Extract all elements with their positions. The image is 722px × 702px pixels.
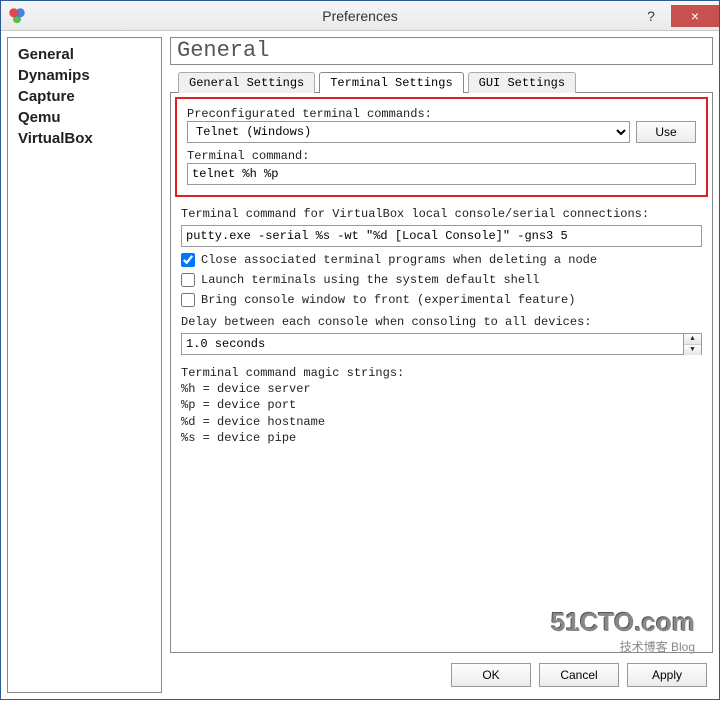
tab-terminal-settings[interactable]: Terminal Settings <box>319 72 463 93</box>
footer: OK Cancel Apply <box>170 653 713 693</box>
magic-d: %d = device hostname <box>181 414 702 430</box>
chk-bring-front[interactable] <box>181 293 195 307</box>
cmd-label: Terminal command: <box>187 149 696 163</box>
magic-title: Terminal command magic strings: <box>181 365 702 381</box>
preferences-window: Preferences ? × General Dynamips Capture… <box>0 0 720 700</box>
preconf-label: Preconfigurated terminal commands: <box>187 107 696 121</box>
window-body: General Dynamips Capture Qemu VirtualBox… <box>1 31 719 699</box>
tab-gui-settings[interactable]: GUI Settings <box>468 72 576 93</box>
use-button[interactable]: Use <box>636 121 696 143</box>
magic-h: %h = device server <box>181 381 702 397</box>
chk-default-shell-label: Launch terminals using the system defaul… <box>201 273 539 287</box>
help-button[interactable]: ? <box>631 5 671 27</box>
sidebar-item-dynamips[interactable]: Dynamips <box>18 65 151 86</box>
magic-s: %s = device pipe <box>181 430 702 446</box>
delay-label: Delay between each console when consolin… <box>181 315 702 329</box>
close-button[interactable]: × <box>671 5 719 27</box>
sidebar: General Dynamips Capture Qemu VirtualBox <box>7 37 162 693</box>
vbox-label: Terminal command for VirtualBox local co… <box>181 207 702 221</box>
main-area: General General Settings Terminal Settin… <box>170 37 713 693</box>
window-title: Preferences <box>1 8 719 24</box>
ok-button[interactable]: OK <box>451 663 531 687</box>
titlebar: Preferences ? × <box>1 1 719 31</box>
sidebar-item-qemu[interactable]: Qemu <box>18 107 151 128</box>
tab-general-settings[interactable]: General Settings <box>178 72 315 93</box>
delay-spin-up[interactable]: ▲ <box>684 334 701 345</box>
highlight-box: Preconfigurated terminal commands: Telne… <box>175 97 708 197</box>
chk-close-terminal[interactable] <box>181 253 195 267</box>
sidebar-item-virtualbox[interactable]: VirtualBox <box>18 128 151 149</box>
delay-spin-down[interactable]: ▼ <box>684 345 701 355</box>
magic-strings: Terminal command magic strings: %h = dev… <box>181 365 702 446</box>
terminal-settings-panel: Preconfigurated terminal commands: Telne… <box>170 92 713 653</box>
cancel-button[interactable]: Cancel <box>539 663 619 687</box>
sidebar-item-general[interactable]: General <box>18 44 151 65</box>
chk-default-shell[interactable] <box>181 273 195 287</box>
chk-close-terminal-label: Close associated terminal programs when … <box>201 253 597 267</box>
delay-spinner: ▲ ▼ <box>684 333 702 355</box>
magic-p: %p = device port <box>181 397 702 413</box>
terminal-command-input[interactable] <box>187 163 696 185</box>
sidebar-item-capture[interactable]: Capture <box>18 86 151 107</box>
preconf-select[interactable]: Telnet (Windows) <box>187 121 630 143</box>
page-title: General <box>170 37 713 65</box>
vbox-command-input[interactable] <box>181 225 702 247</box>
apply-button[interactable]: Apply <box>627 663 707 687</box>
chk-bring-front-label: Bring console window to front (experimen… <box>201 293 575 307</box>
delay-input[interactable] <box>181 333 684 355</box>
tabs: General Settings Terminal Settings GUI S… <box>170 72 713 93</box>
